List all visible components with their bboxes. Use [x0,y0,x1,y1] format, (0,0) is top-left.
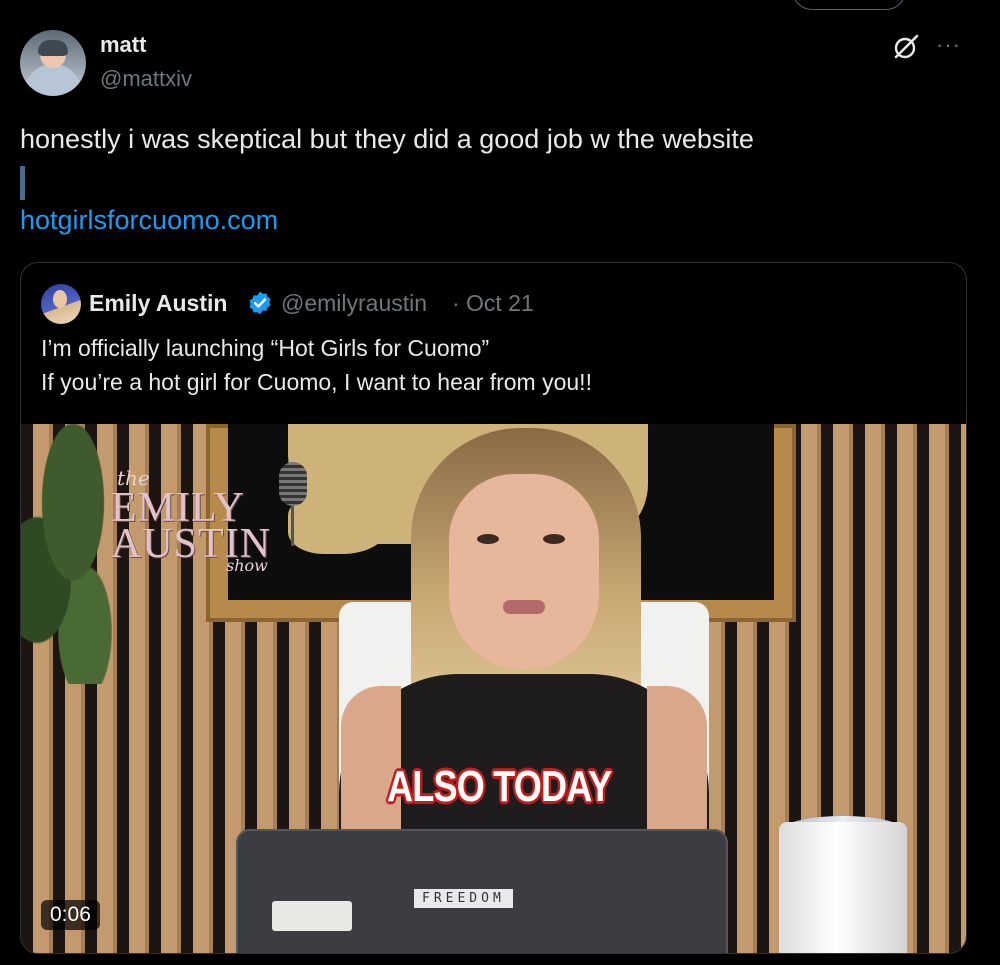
author-display-name[interactable]: matt [100,32,146,58]
microphone-stand [291,506,294,546]
quote-avatar[interactable] [41,284,81,324]
verified-badge-icon [249,291,271,315]
quote-text-line-2: If you’re a hot girl for Cuomo, I want t… [41,369,592,395]
more-icon[interactable]: ··· [936,32,961,58]
video-caption: ALSO TODAY [387,762,612,811]
microphone-icon [279,462,307,506]
laptop-sticker [272,901,352,931]
tweet-link[interactable]: hotgirlsforcuomo.com [20,205,278,236]
tumbler [779,822,907,953]
quote-handle[interactable]: @emilyraustin [281,290,427,317]
tweet-view: matt @mattxiv ··· honestly i was skeptic… [0,0,1000,965]
laptop: FREEDOM [236,829,728,953]
presenter-eye-left [477,534,499,544]
quote-separator: · [452,290,460,316]
laptop-sticker-freedom: FREEDOM [414,889,513,908]
presenter-eye-right [543,534,565,544]
plant-decoration [21,424,121,684]
presenter-face [449,474,599,670]
text-cursor [20,166,25,200]
presenter-mouth [503,600,545,614]
tweet-text: honestly i was skeptical but they did a … [20,124,754,154]
quote-display-name[interactable]: Emily Austin [89,290,227,317]
quote-timestamp[interactable]: Oct 21 [466,290,534,317]
avatar[interactable] [20,30,86,96]
top-button-partial[interactable] [792,0,906,10]
quote-text-line-1: I’m officially launching “Hot Girls for … [41,335,490,361]
video-duration: 0:06 [41,900,100,930]
grok-icon[interactable] [893,34,919,60]
video-player[interactable]: the EMILY AUSTIN show ALSO TODAY FREEDOM… [21,424,966,953]
author-handle[interactable]: @mattxiv [100,66,192,92]
quoted-tweet[interactable]: Emily Austin @emilyraustin · Oct 21 I’m … [20,262,967,954]
show-logo-show: show [226,556,268,575]
